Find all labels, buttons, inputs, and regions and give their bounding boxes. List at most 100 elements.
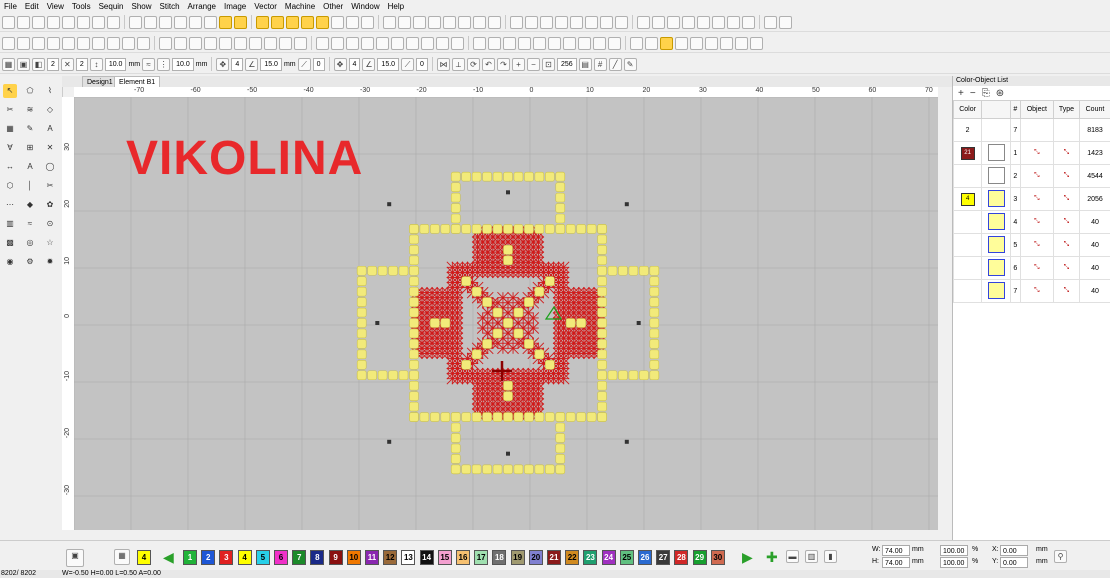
palette-color-chip[interactable]: 29	[692, 550, 707, 565]
palette-color-chip[interactable]: 30	[710, 550, 725, 565]
rotate-right-icon[interactable]	[361, 36, 374, 50]
menu-arrange[interactable]: Arrange	[184, 1, 220, 13]
break-icon[interactable]	[47, 36, 60, 50]
curve-icon[interactable]	[436, 36, 449, 50]
cross-icon[interactable]	[443, 15, 456, 29]
palette-color-chip[interactable]: 25	[619, 550, 634, 565]
object-thumbnail-icon[interactable]	[987, 143, 1005, 161]
round-rect-icon[interactable]	[503, 36, 516, 50]
color-picker-icon[interactable]: ⊙	[43, 217, 57, 231]
color-object-row[interactable]: 2 ⤡ ⤡ 4544	[952, 164, 1110, 188]
zero-field-2[interactable]: 0	[416, 57, 428, 71]
zoom-fit-icon[interactable]: ⊡	[541, 57, 555, 71]
fill-icon[interactable]	[234, 15, 247, 29]
add-icon[interactable]: +	[958, 88, 964, 99]
cross-stitch-icon[interactable]: ✕	[60, 57, 74, 71]
menu-edit[interactable]: Edit	[21, 1, 43, 13]
palette-color-chip[interactable]: 16	[456, 550, 470, 565]
density-icon[interactable]: ⋮	[157, 57, 171, 71]
color-icon[interactable]	[346, 15, 359, 29]
align-right-icon[interactable]	[219, 36, 232, 50]
fill-stitch-icon[interactable]: ▦	[3, 122, 17, 136]
diamond-icon[interactable]	[563, 36, 576, 50]
thread-chart-icon[interactable]: ▥	[805, 550, 818, 563]
menu-tools[interactable]: Tools	[68, 1, 95, 13]
add-color-icon[interactable]: ✚	[766, 549, 778, 566]
grid-icon[interactable]: #	[593, 57, 607, 71]
angle-icon-2[interactable]: ∠	[362, 57, 376, 71]
palette-color-chip[interactable]: 11	[365, 550, 379, 565]
copy-icon[interactable]	[107, 15, 120, 29]
anchor-point[interactable]	[375, 321, 380, 325]
cross-icon-12[interactable]	[667, 15, 680, 29]
ungroup-icon[interactable]	[17, 36, 30, 50]
green-icon[interactable]	[735, 36, 748, 50]
move-icon[interactable]: ✥	[216, 57, 230, 71]
align-bottom-icon[interactable]	[264, 36, 277, 50]
needle-icon[interactable]: │	[23, 179, 37, 193]
palette-color-chip[interactable]: 26	[638, 550, 652, 565]
needle-icon[interactable]: ⟋	[297, 57, 311, 71]
open-icon[interactable]	[17, 15, 30, 29]
cross-icon[interactable]: ✕	[43, 141, 57, 155]
node-edit-icon[interactable]: ◇	[43, 103, 57, 117]
flip-h-icon[interactable]	[316, 36, 329, 50]
object-thumbnail-icon[interactable]	[987, 258, 1005, 276]
palette-color-chip[interactable]: 28	[674, 550, 689, 565]
menu-help[interactable]: Help	[384, 1, 408, 13]
rotate-left-icon[interactable]	[346, 36, 359, 50]
palette-color-chip[interactable]: 10	[346, 550, 361, 565]
fill-icon[interactable]: ▦	[2, 57, 15, 71]
angle-field-2[interactable]: 15.0	[377, 57, 400, 71]
palette-next-icon[interactable]: ▶	[742, 549, 753, 566]
anchor-point[interactable]	[506, 190, 510, 195]
color-object-row[interactable]: 4 ⤡ ⤡ 40	[952, 210, 1110, 234]
satin-icon[interactable]	[219, 15, 232, 29]
palette-color-chip[interactable]: 13	[401, 550, 416, 565]
angle-field-1[interactable]: 15.0	[260, 57, 282, 71]
palette-color-chip[interactable]: 1	[183, 550, 197, 565]
properties-icon[interactable]	[174, 15, 187, 29]
anchor-point[interactable]	[636, 321, 641, 325]
move-icon-2[interactable]: ✥	[333, 57, 347, 71]
palette-color-chip[interactable]: 2	[201, 550, 216, 565]
zero-field-1[interactable]: 0	[312, 57, 325, 71]
menu-other[interactable]: Other	[319, 1, 347, 13]
palette-color-chip[interactable]: 4	[237, 550, 252, 565]
length-field-2[interactable]: 10.0	[172, 57, 194, 71]
needle-icon-2[interactable]: ⟋	[401, 57, 415, 71]
cursor-icon[interactable]	[286, 15, 299, 29]
design-canvas[interactable]: VIKOLINA	[74, 97, 938, 530]
heart-icon[interactable]	[630, 36, 643, 50]
export-icon[interactable]	[62, 15, 75, 29]
hoop-icon[interactable]: ◎	[23, 236, 37, 250]
height-field[interactable]: 74.00	[882, 557, 910, 568]
marker-icon[interactable]: ◆	[23, 198, 37, 212]
mirror-icon[interactable]: ⋈	[436, 57, 450, 71]
paste-icon[interactable]	[129, 15, 142, 29]
palette-color-chip[interactable]: 9	[328, 550, 343, 565]
object-thumbnail-icon[interactable]	[987, 235, 1005, 253]
order-icon[interactable]	[92, 36, 105, 50]
cross-icon-9[interactable]	[615, 15, 628, 29]
zigzag-icon[interactable]: ≈	[142, 57, 156, 71]
align-middle-icon[interactable]	[249, 36, 262, 50]
undo-icon[interactable]: ↶	[481, 57, 495, 71]
zoom-field[interactable]: 256	[556, 57, 577, 71]
object-thumbnail-icon[interactable]	[987, 212, 1005, 230]
view-icon[interactable]	[660, 36, 673, 50]
import-icon[interactable]	[47, 15, 60, 29]
menu-image[interactable]: Image	[220, 1, 250, 13]
bucket-icon[interactable]	[705, 36, 718, 50]
frame-icon[interactable]: ▣	[17, 57, 30, 71]
space-icon[interactable]	[294, 36, 307, 50]
run-icon[interactable]	[256, 15, 269, 29]
menu-sequin[interactable]: Sequin	[95, 1, 128, 13]
palette-color-chip[interactable]: 24	[601, 550, 616, 565]
anchor-point[interactable]	[387, 202, 392, 207]
palette-color-chip[interactable]: 14	[419, 550, 434, 565]
remove-icon[interactable]: −	[970, 88, 976, 99]
machine-icon[interactable]	[189, 15, 202, 29]
current-color-chip[interactable]: 4	[137, 550, 151, 565]
mirror-icon[interactable]	[376, 36, 389, 50]
